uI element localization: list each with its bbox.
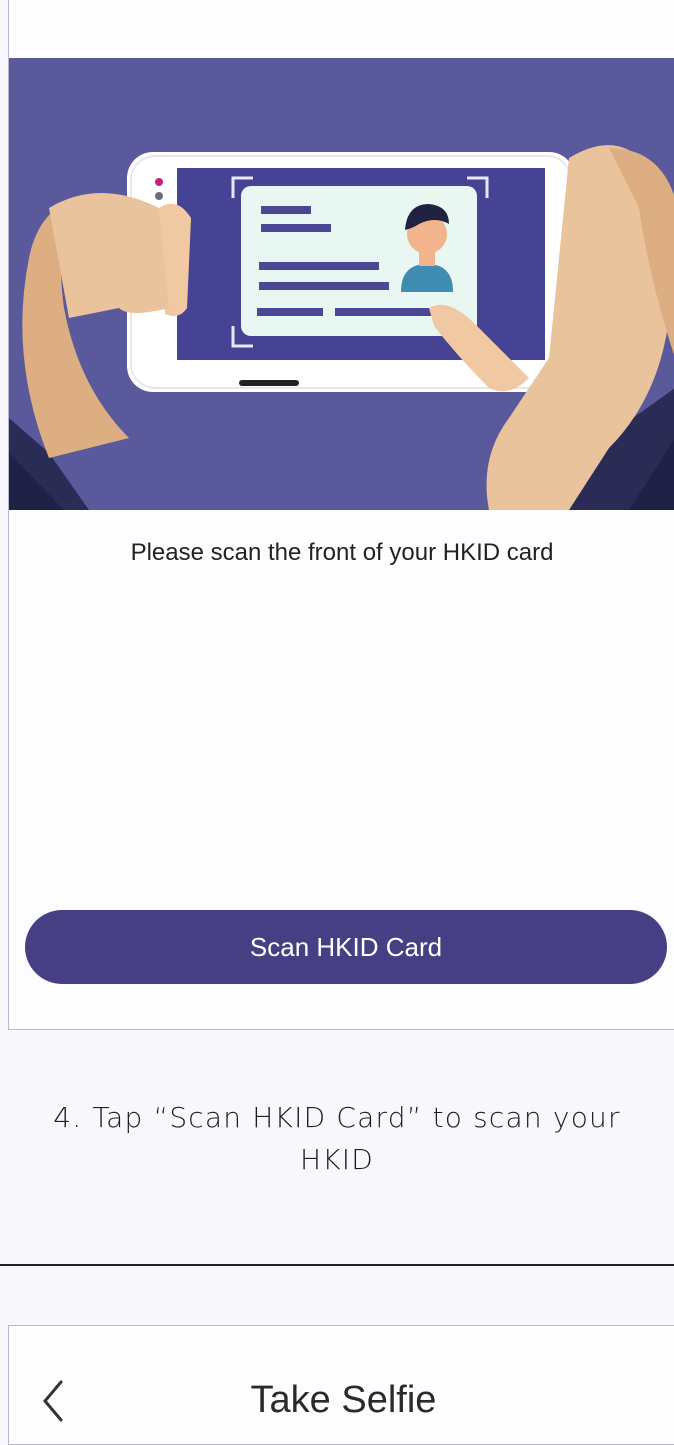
step-caption-line-2: HKID: [299, 1143, 375, 1176]
hkid-scan-screen: Please scan the front of your HKID card …: [8, 0, 674, 1030]
page-title: Take Selfie: [250, 1379, 437, 1421]
take-selfie-screen: Take Selfie: [8, 1325, 674, 1445]
hkid-scan-illustration: [9, 58, 674, 510]
section-divider: [0, 1264, 674, 1266]
step-caption: 4. Tap “Scan HKID Card” to scan your HKI…: [0, 1097, 674, 1181]
scan-hkid-card-button[interactable]: Scan HKID Card: [25, 910, 667, 984]
scan-instruction-text: Please scan the front of your HKID card: [130, 539, 554, 566]
step-caption-line-1: 4. Tap “Scan HKID Card” to scan your: [53, 1101, 621, 1134]
